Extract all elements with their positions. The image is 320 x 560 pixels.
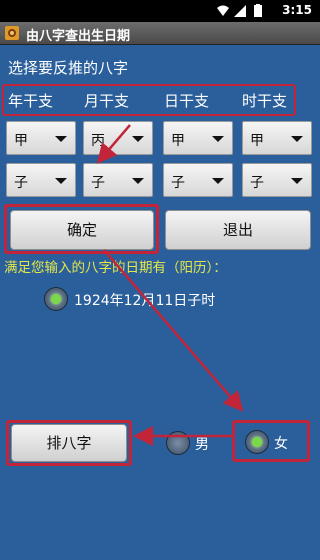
year-stem-dropdown[interactable]: 甲 — [6, 121, 76, 155]
chevron-down-icon — [212, 178, 224, 184]
year-branch-value: 子 — [14, 175, 28, 191]
chevron-down-icon — [55, 178, 67, 184]
column-label-hour: 时干支 — [242, 92, 288, 110]
column-label-day: 日干支 — [164, 92, 210, 110]
column-label-month: 月干支 — [84, 92, 130, 110]
confirm-button[interactable]: 确定 — [10, 210, 154, 250]
chevron-down-icon — [132, 178, 144, 184]
wifi-icon — [217, 5, 229, 16]
year-branch-dropdown[interactable]: 子 — [6, 163, 76, 197]
result-option-radio[interactable] — [44, 287, 68, 311]
prompt-text: 选择要反推的八字 — [8, 59, 129, 77]
status-icons — [217, 4, 262, 17]
gender-male-label[interactable]: 男 — [195, 434, 209, 454]
result-option-text[interactable]: 1924年12月11日子时 — [74, 290, 215, 310]
clock: 3:15 — [282, 3, 312, 17]
chevron-down-icon — [291, 178, 303, 184]
app-icon — [5, 26, 19, 40]
column-label-year: 年干支 — [8, 92, 54, 110]
day-branch-dropdown[interactable]: 子 — [163, 163, 233, 197]
month-stem-dropdown[interactable]: 丙 — [83, 121, 153, 155]
chevron-down-icon — [55, 136, 67, 142]
gender-male-radio[interactable] — [166, 431, 190, 455]
status-bar: 3:15 — [0, 0, 320, 22]
gender-female-label[interactable]: 女 — [274, 433, 288, 453]
chevron-down-icon — [291, 136, 303, 142]
year-stem-value: 甲 — [14, 133, 28, 149]
chevron-down-icon — [212, 136, 224, 142]
arrange-bazi-button[interactable]: 排八字 — [11, 424, 127, 462]
day-stem-dropdown[interactable]: 甲 — [163, 121, 233, 155]
signal-icon — [234, 5, 246, 17]
radio-selected-dot — [51, 294, 61, 304]
day-branch-value: 子 — [171, 175, 185, 191]
month-stem-value: 丙 — [91, 133, 105, 149]
battery-icon — [254, 4, 262, 17]
day-stem-value: 甲 — [171, 133, 185, 149]
result-label: 满足您输入的八字的日期有（阳历）： — [4, 260, 227, 276]
hour-stem-dropdown[interactable]: 甲 — [242, 121, 312, 155]
exit-button[interactable]: 退出 — [165, 210, 311, 250]
female-highlight — [232, 420, 310, 462]
hour-branch-value: 子 — [250, 175, 264, 191]
title-bar: 由八字查出生日期 — [0, 22, 320, 45]
hour-stem-value: 甲 — [250, 133, 264, 149]
gender-female-radio[interactable] — [245, 430, 269, 454]
month-branch-dropdown[interactable]: 子 — [83, 163, 153, 197]
hour-branch-dropdown[interactable]: 子 — [242, 163, 312, 197]
chevron-down-icon — [132, 136, 144, 142]
month-branch-value: 子 — [91, 175, 105, 191]
radio-selected-dot — [252, 437, 262, 447]
window-title: 由八字查出生日期 — [26, 29, 131, 44]
